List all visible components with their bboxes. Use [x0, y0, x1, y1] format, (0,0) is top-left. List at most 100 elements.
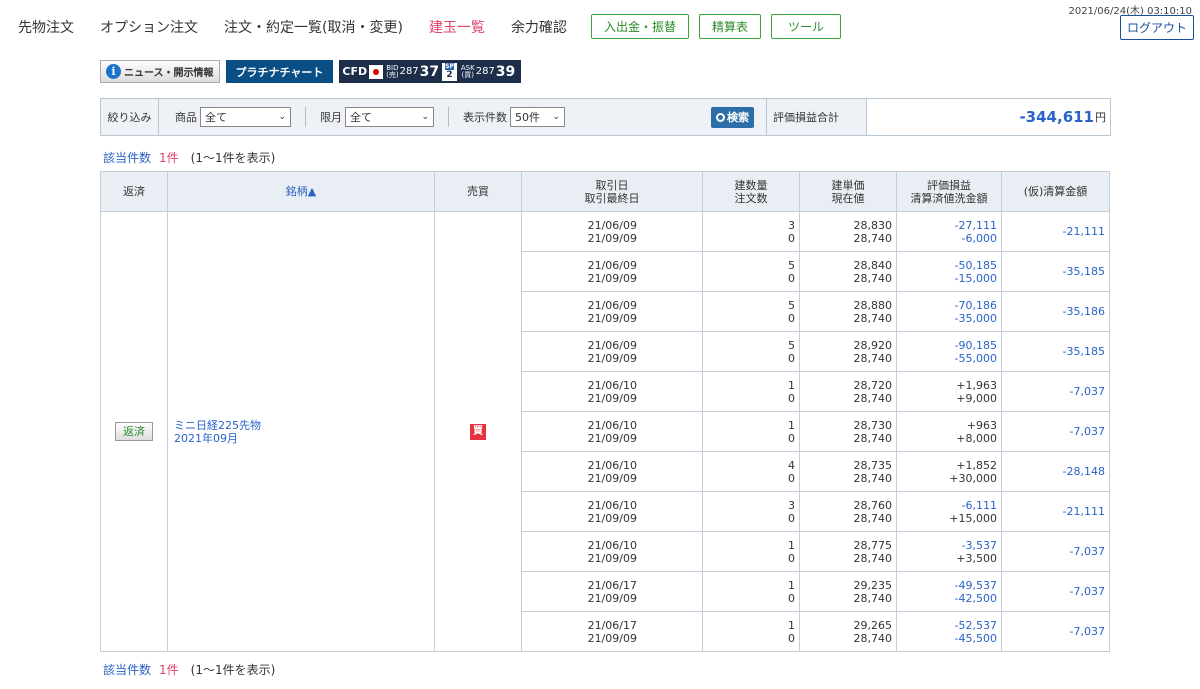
header-issue[interactable]: 銘柄▲ — [167, 171, 435, 212]
qty-cell: 30 — [702, 211, 800, 252]
nav-positions[interactable]: 建玉一覧 — [429, 17, 485, 37]
bid-main: 287 — [399, 66, 419, 77]
tools-button[interactable]: ツール — [770, 14, 841, 39]
pl-cell: -49,537 -42,500 — [896, 571, 1002, 612]
price-cell: 28,920 28,740 — [799, 331, 897, 372]
tool-strip: i ニュース・開示情報 プラチナチャート CFD BID (売) 287 37 S… — [100, 60, 522, 83]
ask-big: 39 — [495, 63, 516, 80]
month-label: 限月 — [320, 111, 342, 124]
spread-box: SP 2 — [442, 62, 457, 81]
issue-cell[interactable]: ミニ日経225先物 2021年09月 — [167, 211, 435, 652]
header-settle: (仮)清算金額 — [1001, 171, 1110, 212]
date-cell: 21/06/09 21/09/09 — [521, 211, 703, 252]
count-label: 表示件数 — [463, 111, 507, 124]
qty-cell: 10 — [702, 411, 800, 452]
price-cell: 29,265 28,740 — [799, 611, 897, 652]
nav-options-order[interactable]: オプション注文 — [100, 17, 198, 37]
buy-badge: 買 — [470, 423, 486, 440]
return-cell: 返済 — [100, 211, 168, 652]
qty-cell: 10 — [702, 571, 800, 612]
qty-cell: 50 — [702, 331, 800, 372]
positions-table: 返済 銘柄▲ 売買 取引日 取引最終日 建数量 注文数 建単価 現在値 評価損益 清算済… — [100, 171, 1110, 652]
bid-label: BID (売) — [386, 63, 399, 79]
top-navigation: 先物注文 オプション注文 注文・約定一覧(取消・変更) 建玉一覧 余力確認 入出… — [18, 14, 851, 39]
settle-cell: -35,185 — [1001, 251, 1110, 292]
chevron-down-icon: ⌄ — [552, 112, 560, 122]
qty-cell: 30 — [702, 491, 800, 532]
filter-title: 絞り込み — [107, 111, 152, 124]
search-icon — [716, 112, 725, 122]
qty-cell: 10 — [702, 611, 800, 652]
date-cell: 21/06/17 21/09/09 — [521, 611, 703, 652]
price-cell: 28,720 28,740 — [799, 371, 897, 412]
settle-cell: -7,037 — [1001, 531, 1110, 572]
qty-cell: 10 — [702, 531, 800, 572]
date-cell: 21/06/10 21/09/09 — [521, 531, 703, 572]
issue-name[interactable]: ミニ日経225先物 — [174, 419, 261, 432]
date-cell: 21/06/10 21/09/09 — [521, 371, 703, 412]
news-label: ニュース・開示情報 — [124, 68, 214, 79]
pl-cell: -27,111 -6,000 — [896, 211, 1002, 252]
nav-futures-order[interactable]: 先物注文 — [18, 17, 74, 37]
price-cell: 28,760 28,740 — [799, 491, 897, 532]
product-label: 商品 — [175, 111, 197, 124]
date-cell: 21/06/10 21/09/09 — [521, 411, 703, 452]
settle-cell: -21,111 — [1001, 491, 1110, 532]
eval-total-value: -344,611 円 — [867, 99, 1110, 135]
return-button[interactable]: 返済 — [115, 422, 153, 441]
settle-cell: -7,037 — [1001, 611, 1110, 652]
cfd-label: CFD — [342, 65, 368, 78]
pl-cell: -3,537 +3,500 — [896, 531, 1002, 572]
date-cell: 21/06/10 21/09/09 — [521, 491, 703, 532]
date-cell: 21/06/10 21/09/09 — [521, 451, 703, 492]
pl-cell: -52,537 -45,500 — [896, 611, 1002, 652]
qty-cell: 50 — [702, 291, 800, 332]
price-cell: 28,840 28,740 — [799, 251, 897, 292]
product-select[interactable]: 全て ⌄ — [200, 107, 291, 127]
side-cell: 買 — [434, 211, 522, 652]
pl-cell: +963 +8,000 — [896, 411, 1002, 452]
price-cell: 28,830 28,740 — [799, 211, 897, 252]
header-qty: 建数量 注文数 — [702, 171, 800, 212]
result-count-label: 該当件数 — [103, 151, 152, 165]
result-count-label: 該当件数 — [103, 663, 152, 677]
logout-button[interactable]: ログアウト — [1119, 15, 1194, 40]
date-cell: 21/06/09 21/09/09 — [521, 291, 703, 332]
header-price: 建単価 現在値 — [799, 171, 897, 212]
price-cell: 28,775 28,740 — [799, 531, 897, 572]
issue-month: 2021年09月 — [174, 431, 238, 445]
nav-margin-check[interactable]: 余力確認 — [511, 17, 567, 37]
price-cell: 28,735 28,740 — [799, 451, 897, 492]
news-button[interactable]: i ニュース・開示情報 — [100, 60, 220, 83]
pl-cell: -90,185 -55,000 — [896, 331, 1002, 372]
qty-cell: 10 — [702, 371, 800, 412]
pl-cell: -6,111 +15,000 — [896, 491, 1002, 532]
japan-flag-icon — [369, 64, 384, 79]
qty-cell: 50 — [702, 251, 800, 292]
platinum-chart-button[interactable]: プラチナチャート — [225, 60, 334, 83]
cfd-quote-widget[interactable]: CFD BID (売) 287 37 SP 2 ASK (買) 287 39 — [339, 60, 522, 83]
eval-total-label: 評価損益合計 — [766, 99, 867, 135]
header-date: 取引日 取引最終日 — [521, 171, 703, 212]
settle-cell: -7,037 — [1001, 371, 1110, 412]
month-select[interactable]: 全て ⌄ — [345, 107, 434, 127]
result-count-bottom: 該当件数 1件 (1〜1件を表示) — [103, 661, 275, 678]
header-side: 売買 — [434, 171, 522, 212]
price-cell: 29,235 28,740 — [799, 571, 897, 612]
ask-main: 287 — [475, 66, 495, 77]
count-select[interactable]: 50件 ⌄ — [510, 107, 565, 127]
bid-big: 37 — [419, 63, 440, 80]
pl-cell: -50,185 -15,000 — [896, 251, 1002, 292]
date-cell: 21/06/09 21/09/09 — [521, 251, 703, 292]
nav-order-list[interactable]: 注文・約定一覧(取消・変更) — [224, 17, 403, 37]
deposit-transfer-button[interactable]: 入出金・振替 — [590, 14, 689, 39]
header-return: 返済 — [100, 171, 168, 212]
price-cell: 28,730 28,740 — [799, 411, 897, 452]
settle-cell: -21,111 — [1001, 211, 1110, 252]
settlement-table-button[interactable]: 精算表 — [698, 14, 761, 39]
table-header-row: 返済 銘柄▲ 売買 取引日 取引最終日 建数量 注文数 建単価 現在値 評価損益 清算済… — [100, 171, 1110, 212]
settle-cell: -7,037 — [1001, 571, 1110, 612]
pl-cell: -70,186 -35,000 — [896, 291, 1002, 332]
ask-label: ASK (買) — [460, 63, 475, 79]
search-button[interactable]: 検索 — [711, 106, 754, 128]
